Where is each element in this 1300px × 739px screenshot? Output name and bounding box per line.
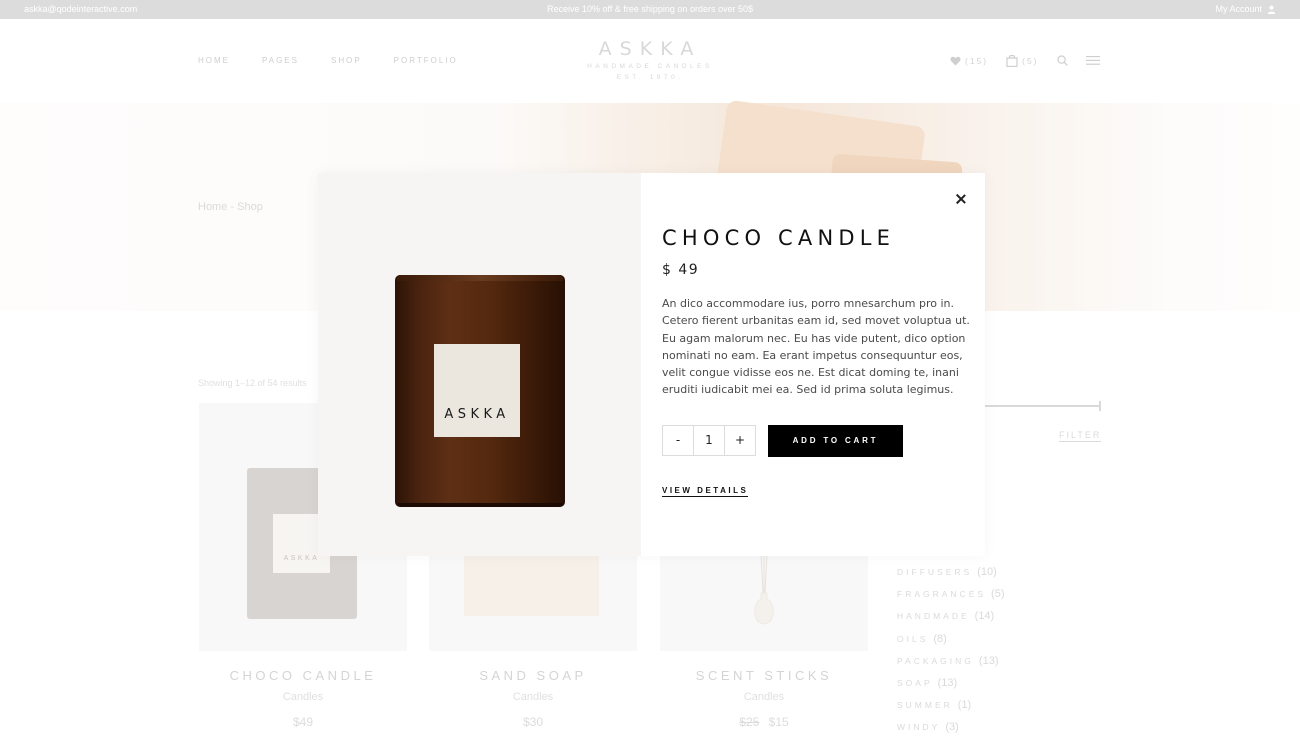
- jar-label-text: ASKKA: [444, 407, 510, 422]
- product-price: $ 49: [662, 262, 700, 278]
- product-description: An dico accommodare ius, porro mnesarchu…: [662, 297, 970, 397]
- jar-rim: [397, 275, 563, 281]
- quantity-increase-button[interactable]: +: [724, 425, 756, 456]
- quantity-decrease-button[interactable]: -: [662, 425, 694, 456]
- add-to-cart-button[interactable]: ADD TO CART: [768, 425, 903, 457]
- jar-label: ASKKA: [434, 344, 520, 437]
- jar-base: [397, 503, 563, 507]
- close-icon[interactable]: [954, 192, 968, 206]
- view-details-link[interactable]: VIEW DETAILS: [662, 486, 749, 497]
- quantity-stepper: - 1 +: [662, 425, 756, 456]
- candle-jar-image: ASKKA: [395, 275, 565, 507]
- quantity-input[interactable]: 1: [693, 425, 725, 456]
- quick-view-modal: ASKKA CHOCO CANDLE $ 49 An dico accommod…: [318, 173, 985, 556]
- quick-view-image-pane: ASKKA: [318, 173, 641, 556]
- product-title: CHOCO CANDLE: [662, 226, 896, 250]
